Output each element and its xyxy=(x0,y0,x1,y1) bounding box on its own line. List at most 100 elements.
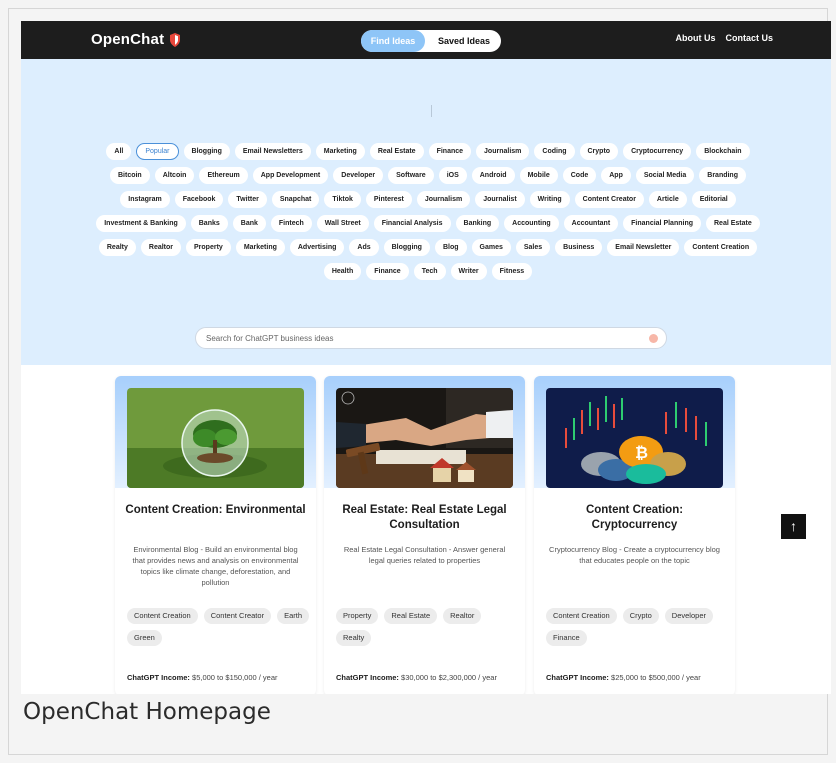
card-tag[interactable]: Content Creation xyxy=(546,608,617,624)
category-tag[interactable]: Business xyxy=(555,239,603,256)
category-tag[interactable]: All xyxy=(106,143,132,160)
category-tag[interactable]: Tiktok xyxy=(324,191,361,208)
category-tag[interactable]: Advertising xyxy=(289,239,345,256)
category-tag[interactable]: Financial Planning xyxy=(623,215,701,232)
search-input[interactable] xyxy=(206,331,636,345)
category-tag[interactable]: Investment & Banking xyxy=(96,215,186,232)
find-ideas-tab[interactable]: Find Ideas xyxy=(361,30,425,52)
category-tag[interactable]: Marketing xyxy=(315,143,365,160)
category-tag[interactable]: Games xyxy=(471,239,511,256)
category-tag[interactable]: App Development xyxy=(252,167,329,184)
card-tag[interactable]: Developer xyxy=(664,608,713,624)
category-tag[interactable]: Email Newsletters xyxy=(234,143,311,160)
category-tag[interactable]: Instagram xyxy=(120,191,170,208)
contact-us-link[interactable]: Contact Us xyxy=(725,33,773,43)
category-tag[interactable]: Sales xyxy=(515,239,551,256)
category-tag[interactable]: Fintech xyxy=(270,215,312,232)
card-tag[interactable]: Property xyxy=(336,608,379,624)
category-tag[interactable]: Blockchain xyxy=(696,143,750,160)
card-tag[interactable]: Content Creation xyxy=(127,608,198,624)
category-tag[interactable]: Facebook xyxy=(174,191,224,208)
card-tag[interactable]: Green xyxy=(127,630,162,646)
category-tag[interactable]: Realty xyxy=(98,239,136,256)
category-tag[interactable]: Ethereum xyxy=(199,167,248,184)
card-tag[interactable]: Finance xyxy=(546,630,587,646)
category-tag[interactable]: Accounting xyxy=(504,215,559,232)
category-tag[interactable]: Content Creation xyxy=(684,239,758,256)
category-tag[interactable]: Pinterest xyxy=(365,191,412,208)
card-tag[interactable]: Real Estate xyxy=(384,608,438,624)
category-tag[interactable]: Journalism xyxy=(476,143,530,160)
card-tag[interactable]: Content Creator xyxy=(203,608,272,624)
category-tag[interactable]: Developer xyxy=(333,167,384,184)
category-tag[interactable]: Journalism xyxy=(416,191,471,208)
card-description: Environmental Blog - Build an environmen… xyxy=(132,545,299,587)
category-tag[interactable]: Bank xyxy=(232,215,266,232)
income-label: ChatGPT Income: xyxy=(127,673,190,682)
category-tag[interactable]: Blogging xyxy=(183,143,230,160)
svg-text:₿: ₿ xyxy=(635,443,648,462)
card-title: Content Creation: Cryptocurrency xyxy=(585,504,684,531)
category-tag[interactable]: Fitness xyxy=(491,263,533,280)
card-tag[interactable]: Realty xyxy=(336,630,372,646)
card-tag[interactable]: Realtor xyxy=(443,608,482,624)
category-tag[interactable]: Health xyxy=(323,263,362,280)
category-tag[interactable]: Cryptocurrency xyxy=(623,143,692,160)
category-tag[interactable]: Social Media xyxy=(635,167,695,184)
card-tag[interactable]: Crypto xyxy=(622,608,659,624)
category-tag-list: All Popular Blogging Email Newsletters Marke… xyxy=(95,143,761,280)
income-value: $25,000 to $500,000 / year xyxy=(611,673,701,682)
category-tag[interactable]: Blogging xyxy=(383,239,430,256)
category-tag[interactable]: Snapchat xyxy=(271,191,320,208)
category-tag[interactable]: Content Creator xyxy=(574,191,644,208)
category-tag[interactable]: Writer xyxy=(450,263,487,280)
category-tag[interactable]: Writing xyxy=(529,191,570,208)
category-tag[interactable]: Coding xyxy=(534,143,575,160)
category-tag[interactable]: Marketing xyxy=(235,239,285,256)
idea-card[interactable]: Content Creation: Environmental Environm… xyxy=(115,376,316,694)
category-tag[interactable]: Software xyxy=(388,167,434,184)
category-tag[interactable]: App xyxy=(601,167,631,184)
handshake-gavel-image xyxy=(336,388,513,488)
logo[interactable]: OpenChat xyxy=(91,31,181,48)
category-tag[interactable]: Journalist xyxy=(475,191,525,208)
saved-ideas-tab[interactable]: Saved Ideas xyxy=(427,30,501,52)
card-description: Real Estate Legal Consultation - Answer … xyxy=(343,545,506,565)
card-income: ChatGPT Income: $25,000 to $500,000 / ye… xyxy=(546,673,701,682)
category-tag[interactable]: Twitter xyxy=(228,191,267,208)
category-tag[interactable]: Banks xyxy=(190,215,228,232)
category-tag[interactable]: Altcoin xyxy=(154,167,195,184)
category-tag[interactable]: Property xyxy=(186,239,231,256)
category-tag[interactable]: Finance xyxy=(366,263,409,280)
image-caption: OpenChat Homepage xyxy=(23,699,271,725)
card-tags: Content Creation Content Creator Earth G… xyxy=(127,608,312,646)
category-tag[interactable]: Ads xyxy=(349,239,379,256)
category-tag[interactable]: Real Estate xyxy=(706,215,760,232)
category-tag[interactable]: Wall Street xyxy=(316,215,369,232)
category-tag[interactable]: Email Newsletter xyxy=(607,239,680,256)
category-tag[interactable]: Editorial xyxy=(691,191,736,208)
category-tag[interactable]: Android xyxy=(471,167,515,184)
category-tag[interactable]: Realtor xyxy=(140,239,182,256)
category-tag[interactable]: Real Estate xyxy=(369,143,424,160)
card-tags: Property Real Estate Realtor Realty xyxy=(336,608,521,646)
idea-card[interactable]: ₿ Content Creation: Cryptocurrency Crypt… xyxy=(534,376,735,694)
category-tag[interactable]: iOS xyxy=(438,167,467,184)
category-tag[interactable]: Code xyxy=(562,167,597,184)
category-tag[interactable]: Bitcoin xyxy=(109,167,150,184)
category-tag[interactable]: Branding xyxy=(699,167,746,184)
scroll-to-top-button[interactable]: ↑ xyxy=(781,514,806,539)
card-tag[interactable]: Earth xyxy=(277,608,310,624)
category-tag[interactable]: Banking xyxy=(455,215,500,232)
category-tag[interactable]: Crypto xyxy=(579,143,619,160)
category-tag[interactable]: Mobile xyxy=(519,167,558,184)
idea-card[interactable]: Real Estate: Real Estate Legal Consultat… xyxy=(324,376,525,694)
category-tag[interactable]: Popular xyxy=(136,143,179,160)
category-tag[interactable]: Finance xyxy=(428,143,472,160)
category-tag[interactable]: Financial Analysis xyxy=(373,215,451,232)
category-tag[interactable]: Blog xyxy=(434,239,467,256)
category-tag[interactable]: Tech xyxy=(413,263,446,280)
about-us-link[interactable]: About Us xyxy=(675,33,715,43)
category-tag[interactable]: Accountant xyxy=(563,215,619,232)
category-tag[interactable]: Article xyxy=(648,191,687,208)
